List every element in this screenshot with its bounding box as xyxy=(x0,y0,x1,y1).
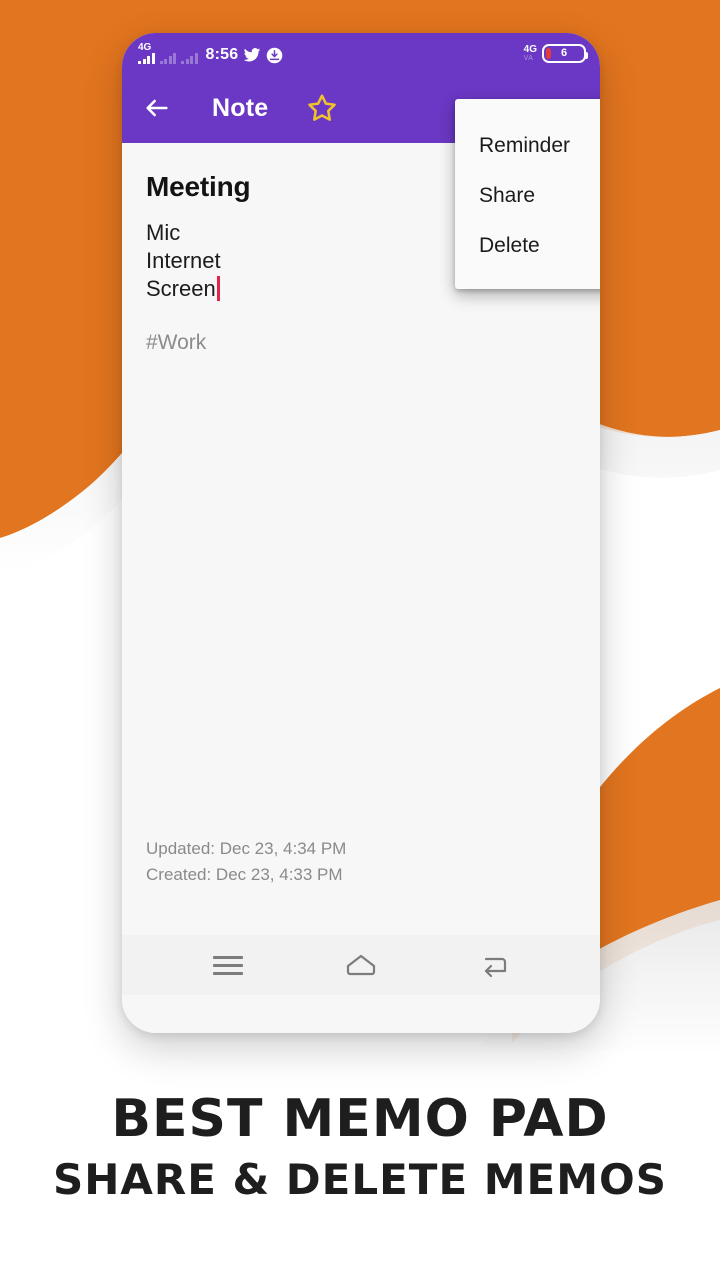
android-navigation-bar xyxy=(122,935,600,995)
back-button[interactable] xyxy=(470,945,518,985)
signal-bars-tertiary-icon xyxy=(181,52,198,64)
back-icon xyxy=(484,957,506,978)
network-type-label: 4G xyxy=(138,41,152,53)
overflow-menu[interactable]: Reminder Share Delete xyxy=(455,99,600,290)
network-type-label-right: 4G xyxy=(523,43,537,55)
battery-icon: 6 xyxy=(542,43,588,63)
promo-caption: BEST MEMO PAD SHARE & DELETE MEMOS xyxy=(0,1092,720,1204)
updated-timestamp: Updated: Dec 23, 4:34 PM xyxy=(146,839,347,858)
status-bar-clock: 8:56 xyxy=(205,45,239,63)
recents-button[interactable] xyxy=(204,945,252,985)
signal-strength-1: 4G xyxy=(138,41,155,64)
note-tag[interactable]: #Work xyxy=(146,331,576,355)
promo-headline: BEST MEMO PAD xyxy=(111,1089,609,1149)
status-bar-right: 4G VA 6 xyxy=(523,43,588,63)
status-bar-left: 4G 8:56 xyxy=(138,41,283,64)
home-icon xyxy=(346,954,376,976)
menu-item-reminder[interactable]: Reminder xyxy=(455,121,600,171)
home-button[interactable] xyxy=(337,945,385,985)
note-body-line-text: Screen xyxy=(146,275,216,301)
signal-bars-icon xyxy=(138,52,155,64)
phone-device: 4G 8:56 4G VA 6 Note Meeting Mic Interne… xyxy=(122,33,600,1033)
text-cursor xyxy=(216,275,220,301)
download-icon xyxy=(266,47,283,64)
volte-label: VA xyxy=(523,54,534,62)
volte-indicator: 4G VA xyxy=(523,43,537,62)
promo-subheadline: SHARE & DELETE MEMOS xyxy=(52,1154,667,1204)
menu-item-share[interactable]: Share xyxy=(455,171,600,221)
status-bar: 4G 8:56 4G VA 6 xyxy=(122,33,600,73)
page-title: Note xyxy=(212,93,269,122)
note-timestamps: Updated: Dec 23, 4:34 PM Created: Dec 23… xyxy=(146,836,346,887)
twitter-icon xyxy=(243,46,261,64)
star-outline-icon[interactable] xyxy=(306,92,338,124)
back-arrow-icon[interactable] xyxy=(142,93,172,123)
battery-level-label: 6 xyxy=(560,46,568,59)
menu-icon xyxy=(213,955,244,975)
signal-bars-secondary-icon xyxy=(159,52,176,64)
created-timestamp: Created: Dec 23, 4:33 PM xyxy=(146,864,343,884)
menu-item-delete[interactable]: Delete xyxy=(455,221,600,271)
